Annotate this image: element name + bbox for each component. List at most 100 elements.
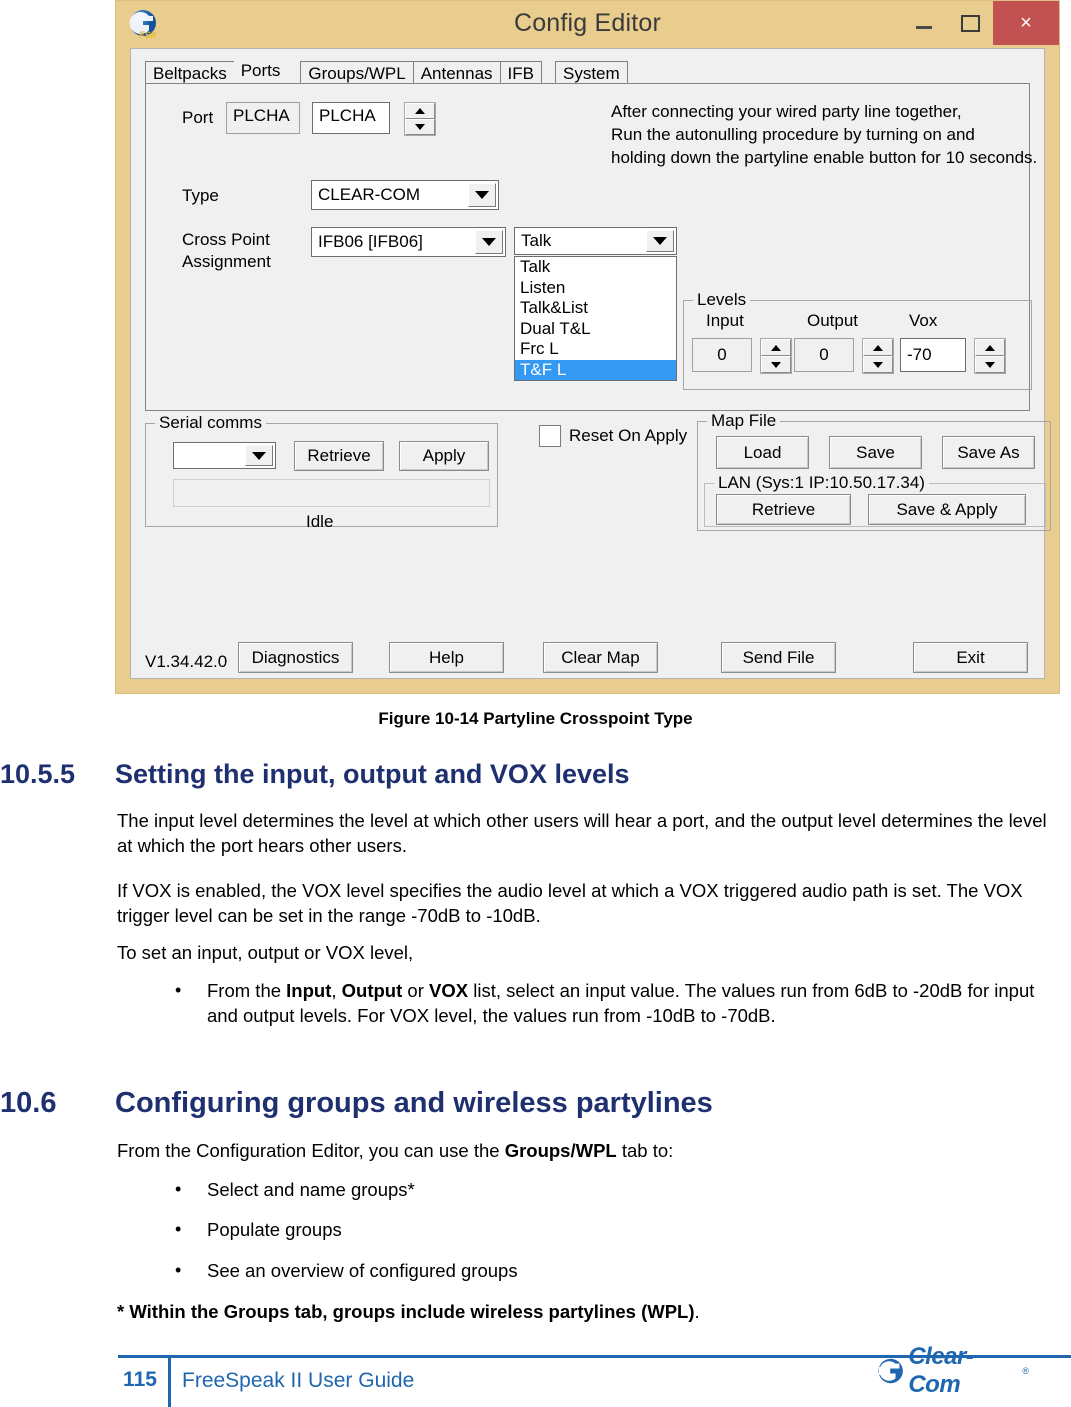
section-10-6-number: 10.6	[0, 1087, 57, 1119]
chevron-up-icon	[873, 344, 883, 351]
map-file-group-title: Map File	[707, 411, 781, 431]
port-stepper-down[interactable]	[405, 119, 435, 135]
section-10-6-bullet-1: • Select and name groups*	[175, 1177, 1065, 1202]
crosspoint-mode-value: Talk	[521, 231, 552, 250]
clear-map-button[interactable]: Clear Map	[543, 642, 658, 673]
bullet-icon: •	[175, 1179, 182, 1199]
window-client-area: Beltpacks Ports Groups/WPL Antennas IFB …	[130, 48, 1051, 679]
ports-panel: Port PLCHA PLCHA Type CLEAR-COM Cross Po…	[145, 83, 1037, 411]
port-stepper-up[interactable]	[405, 103, 435, 119]
vox-stepper-down[interactable]	[975, 356, 1005, 373]
config-editor-window: FSII Config Editor × Beltpacks Ports Gro…	[115, 0, 1060, 694]
input-level-field[interactable]: 0	[692, 338, 752, 372]
window-title-bar: FSII Config Editor ×	[116, 1, 1059, 51]
bullet-1-text: From the Input, Output or VOX list, sele…	[207, 980, 1035, 1026]
serial-port-combo[interactable]	[173, 442, 276, 469]
diagnostics-button[interactable]: Diagnostics	[238, 642, 353, 673]
section-10-5-5-bullet-1: • From the Input, Output or VOX list, se…	[175, 978, 1068, 1028]
lan-group: LAN (Sys:1 IP:10.50.17.34) Retrieve Save…	[704, 473, 1046, 527]
figure-caption: Figure 10-14 Partyline Crosspoint Type	[378, 709, 693, 728]
tab-groups-wpl[interactable]: Groups/WPL	[300, 61, 414, 85]
input-level-label: Input	[706, 311, 744, 330]
section-10-6-footnote: * Within the Groups tab, groups include …	[117, 1301, 700, 1322]
input-stepper-up[interactable]	[761, 339, 791, 356]
close-button[interactable]: ×	[993, 1, 1059, 45]
reset-on-apply-checkbox[interactable]	[539, 425, 561, 447]
clear-com-logo-trademark: ®	[1022, 1366, 1029, 1376]
section-10-5-5-para-2: If VOX is enabled, the VOX level specifi…	[117, 880, 1023, 926]
dropdown-option-tf-l[interactable]: T&F L	[515, 359, 676, 380]
dropdown-option-talk-list[interactable]: Talk&List	[515, 298, 676, 319]
tab-antennas[interactable]: Antennas	[412, 61, 501, 85]
crosspoint-combo[interactable]: IFB06 [IFB06]	[311, 227, 506, 257]
vox-level-label: Vox	[909, 311, 938, 330]
exit-button[interactable]: Exit	[913, 642, 1028, 673]
dropdown-option-listen[interactable]: Listen	[515, 278, 676, 299]
section-10-6-bullet-3: • See an overview of configured groups	[175, 1258, 1065, 1283]
output-stepper-down[interactable]	[863, 356, 893, 373]
chevron-down-icon	[985, 361, 995, 368]
lan-retrieve-button[interactable]: Retrieve	[716, 494, 851, 525]
chevron-up-icon	[415, 108, 425, 114]
crosspoint-label-line1: Cross Point	[182, 230, 270, 249]
dropdown-option-talk[interactable]: Talk	[515, 257, 676, 278]
map-save-as-button[interactable]: Save As	[942, 436, 1035, 469]
crosspoint-mode-combo[interactable]: Talk	[514, 227, 677, 255]
section-10-6-title: Configuring groups and wireless partylin…	[115, 1087, 713, 1119]
serial-port-combo-arrow[interactable]	[245, 445, 273, 466]
crosspoint-mode-arrow[interactable]	[646, 230, 674, 252]
output-level-label: Output	[807, 311, 859, 330]
maximize-button[interactable]	[947, 1, 993, 45]
serial-apply-button[interactable]: Apply	[399, 441, 489, 471]
serial-progress-bar	[173, 479, 490, 507]
output-level-field[interactable]: 0	[794, 338, 854, 372]
output-stepper-up[interactable]	[863, 339, 893, 356]
serial-comms-group-title: Serial comms	[155, 413, 266, 433]
chevron-down-icon	[771, 361, 781, 368]
tab-ports[interactable]: Ports	[233, 59, 288, 85]
lan-save-apply-button[interactable]: Save & Apply	[868, 494, 1026, 525]
autonull-note-line3: holding down the partyline enable button…	[611, 148, 1038, 167]
map-load-button[interactable]: Load	[716, 436, 809, 469]
output-level-stepper[interactable]	[862, 338, 894, 374]
dropdown-option-dual-tl[interactable]: Dual T&L	[515, 319, 676, 340]
autonull-note-line1: After connecting your wired party line t…	[611, 102, 962, 121]
bullet-icon: •	[175, 1219, 182, 1239]
bullet-text: Select and name groups*	[207, 1179, 415, 1200]
section-10-5-5-title: Setting the input, output and VOX levels	[115, 759, 630, 789]
serial-status-text: Idle	[306, 512, 334, 531]
tab-beltpacks[interactable]: Beltpacks	[145, 61, 235, 85]
type-combo-arrow[interactable]	[468, 183, 496, 207]
footer-vertical-divider	[168, 1358, 171, 1407]
tab-ifb[interactable]: IFB	[499, 61, 542, 85]
port-label: Port	[182, 108, 214, 127]
vox-level-stepper[interactable]	[974, 338, 1006, 374]
section-10-6-bullet-2: • Populate groups	[175, 1217, 1065, 1242]
port-stepper[interactable]	[404, 102, 436, 136]
clear-com-logo-icon	[878, 1358, 903, 1384]
serial-retrieve-button[interactable]: Retrieve	[294, 441, 384, 471]
type-label: Type	[182, 186, 219, 205]
crosspoint-mode-dropdown-list[interactable]: Talk Listen Talk&List Dual T&L Frc L T&F…	[514, 256, 677, 381]
help-button[interactable]: Help	[389, 642, 504, 673]
type-combo[interactable]: CLEAR-COM	[311, 180, 499, 210]
dropdown-option-frc-l[interactable]: Frc L	[515, 339, 676, 360]
send-file-button[interactable]: Send File	[721, 642, 836, 673]
chevron-down-icon	[653, 237, 667, 245]
section-10-5-5-para-3: To set an input, output or VOX level,	[117, 942, 414, 963]
bullet-text: See an overview of configured groups	[207, 1260, 518, 1281]
input-stepper-down[interactable]	[761, 356, 791, 373]
input-level-stepper[interactable]	[760, 338, 792, 374]
minimize-button[interactable]	[901, 1, 947, 45]
autonull-note-line2: Run the autonulling procedure by turning…	[611, 125, 975, 144]
bullet-icon: •	[175, 1260, 182, 1280]
section-10-6-heading: 10.6 Configuring groups and wireless par…	[0, 1087, 1071, 1127]
crosspoint-combo-arrow[interactable]	[475, 230, 503, 254]
tab-system[interactable]: System	[555, 61, 628, 85]
map-save-button[interactable]: Save	[829, 436, 922, 469]
chevron-down-icon	[873, 361, 883, 368]
vox-level-field[interactable]: -70	[900, 338, 966, 372]
vox-stepper-up[interactable]	[975, 339, 1005, 356]
port-name-input[interactable]: PLCHA	[312, 102, 390, 134]
map-file-group: Map File Load Save Save As LAN (Sys:1 IP…	[697, 411, 1051, 531]
